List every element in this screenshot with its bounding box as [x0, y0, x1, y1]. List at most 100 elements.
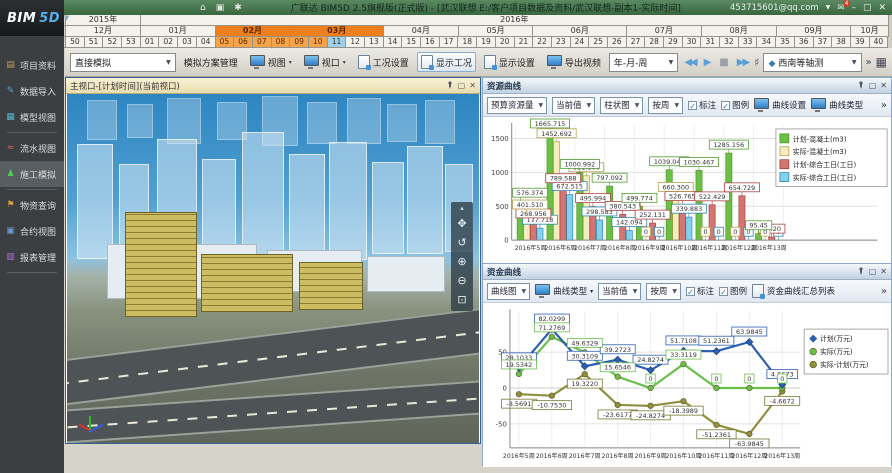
timeline-week-21[interactable]: 21: [515, 37, 534, 48]
timeline-week-37[interactable]: 37: [814, 37, 833, 48]
timeline-week-12[interactable]: 12: [346, 37, 365, 48]
legend-checkbox[interactable]: ✓图例: [719, 285, 747, 297]
period-dropdown[interactable]: 按周▼: [648, 97, 683, 114]
curve-type-button[interactable]: 曲线类型: [811, 98, 863, 112]
pan-icon[interactable]: ✥: [457, 218, 466, 230]
app-logo[interactable]: BIM 5D ▼: [0, 0, 64, 36]
timeline-week-36[interactable]: 36: [795, 37, 814, 48]
settings-icon[interactable]: ✱: [234, 3, 242, 13]
timeline-week-28[interactable]: 28: [645, 37, 664, 48]
value-mode-dropdown[interactable]: 当前值▼: [552, 97, 595, 114]
pin-icon[interactable]: [857, 267, 865, 277]
value-mode-dropdown[interactable]: 当前值▼: [598, 283, 641, 300]
account-label[interactable]: 453715601@qq.com: [730, 3, 819, 13]
zoom-in-icon[interactable]: ⊕: [457, 256, 466, 268]
timeline-week-35[interactable]: 35: [776, 37, 795, 48]
timeline-month-6[interactable]: 06月: [533, 26, 627, 37]
timeline-week-23[interactable]: 23: [552, 37, 571, 48]
play-button[interactable]: ▶: [702, 57, 714, 68]
resource-type-dropdown[interactable]: 预算资源量▼: [487, 97, 547, 114]
fast-forward-button[interactable]: ▶▶: [735, 57, 750, 68]
timeline-week-19[interactable]: 19: [477, 37, 496, 48]
curve-type-button[interactable]: 曲线类型▾: [535, 284, 593, 298]
zoom-out-icon[interactable]: ⊖: [457, 275, 466, 287]
timeline-week-05[interactable]: 05: [216, 37, 235, 48]
export-video-button[interactable]: 导出视频: [543, 52, 605, 72]
timeline-week-10[interactable]: 10: [309, 37, 328, 48]
gantt-grid-icon[interactable]: ▦: [876, 55, 887, 69]
timeline-week-34[interactable]: 34: [757, 37, 776, 48]
timeline-week-11[interactable]: 11: [328, 37, 347, 48]
sidebar-item-flow-view[interactable]: ≈流水视图: [0, 135, 64, 161]
condition-setting-button[interactable]: 工况设置: [354, 52, 413, 72]
timeline-week-14[interactable]: 14: [384, 37, 403, 48]
view-button[interactable]: 视图▾: [246, 52, 296, 72]
timeline-week-50[interactable]: 50: [66, 37, 85, 48]
timeline-month-10[interactable]: 10月: [851, 26, 888, 37]
simulation-mode-dropdown[interactable]: 直接模拟▼: [70, 53, 176, 72]
timeline-week-06[interactable]: 06: [234, 37, 253, 48]
timeline-week-18[interactable]: 18: [458, 37, 477, 48]
timeline-month-5[interactable]: 05月: [459, 26, 534, 37]
timeline-month-4[interactable]: 04月: [384, 26, 459, 37]
timeline-week-25[interactable]: 25: [589, 37, 608, 48]
timeline-week-52[interactable]: 52: [103, 37, 122, 48]
viewport-button[interactable]: 视口▾: [300, 52, 350, 72]
maximize-button[interactable]: ▢: [863, 3, 872, 13]
close-icon[interactable]: ✕: [880, 267, 887, 276]
annotation-checkbox[interactable]: ✓标注: [688, 99, 716, 111]
timeline-week-01[interactable]: 01: [141, 37, 160, 48]
stop-button[interactable]: ■: [717, 57, 730, 68]
orbit-icon[interactable]: ↺: [457, 237, 466, 249]
timeline-week-17[interactable]: 17: [440, 37, 459, 48]
plan-manage-button[interactable]: 模拟方案管理: [180, 53, 242, 72]
timeline-week-51[interactable]: 51: [85, 37, 104, 48]
sidebar-item-model-view[interactable]: ▦模型视图: [0, 104, 64, 130]
timeline-week-53[interactable]: 53: [122, 37, 141, 48]
timeline-month-3[interactable]: 03月: [290, 26, 384, 37]
timeline-week-33[interactable]: 33: [739, 37, 758, 48]
home-icon[interactable]: ⌂: [200, 3, 206, 13]
timeline-week-08[interactable]: 08: [272, 37, 291, 48]
maximize-icon[interactable]: ▢: [458, 81, 466, 90]
account-chevron-icon[interactable]: ▼: [826, 4, 831, 11]
minimize-button[interactable]: –: [851, 3, 856, 13]
timeline-week-31[interactable]: 31: [701, 37, 720, 48]
sidebar-item-project-data[interactable]: ▤项目资料: [0, 52, 64, 78]
timeline-week-39[interactable]: 39: [851, 37, 870, 48]
chart-style-dropdown[interactable]: 柱状图▼: [600, 97, 643, 114]
timeline-week-22[interactable]: 22: [533, 37, 552, 48]
show-condition-button[interactable]: 显示工况: [417, 52, 476, 72]
timeline-week-38[interactable]: 38: [832, 37, 851, 48]
viewport-3d-scene[interactable]: ▴✥↺⊕⊖⊡: [67, 94, 479, 443]
chart-style-dropdown[interactable]: 曲线图▼: [487, 283, 530, 300]
display-setting-button[interactable]: 显示设置: [480, 52, 539, 72]
viewport-tools-collapse-icon[interactable]: ▴: [460, 205, 464, 211]
sidebar-item-material-query[interactable]: ⚑物资查询: [0, 192, 64, 218]
annotation-checkbox[interactable]: ✓标注: [686, 285, 714, 297]
maximize-icon[interactable]: ▢: [869, 81, 877, 90]
curve-settings-button[interactable]: 曲线设置: [754, 98, 806, 112]
sidebar-item-simulation[interactable]: ♟施工模拟: [0, 161, 64, 187]
legend-checkbox[interactable]: ✓图例: [721, 99, 749, 111]
timeline-week-29[interactable]: 29: [664, 37, 683, 48]
close-button[interactable]: ✕: [878, 3, 886, 13]
toolbar-overflow-button[interactable]: »: [866, 57, 872, 68]
close-icon[interactable]: ✕: [469, 81, 476, 90]
timeline-week-13[interactable]: 13: [365, 37, 384, 48]
timeline-week-27[interactable]: 27: [627, 37, 646, 48]
timeline-month-8[interactable]: 08月: [702, 26, 777, 37]
sidebar-item-report-manage[interactable]: ▥报表管理: [0, 244, 64, 270]
timeline-week-40[interactable]: 40: [870, 37, 889, 48]
timeline-week-20[interactable]: 20: [496, 37, 515, 48]
animation-path-icon[interactable]: ♯: [754, 56, 759, 69]
period-dropdown[interactable]: 按周▼: [646, 283, 681, 300]
sidebar-item-contract-view[interactable]: ▣合约视图: [0, 218, 64, 244]
timeline-month-9[interactable]: 09月: [777, 26, 852, 37]
capital-summary-button[interactable]: 资金曲线汇总列表: [752, 284, 835, 298]
timeline-month-2[interactable]: 02月: [216, 26, 291, 37]
sidebar-item-data-import[interactable]: ✎数据导入: [0, 78, 64, 104]
mail-icon[interactable]: ✉4: [837, 3, 844, 13]
timeline-week-09[interactable]: 09: [290, 37, 309, 48]
capital-overflow-button[interactable]: »: [881, 286, 887, 297]
